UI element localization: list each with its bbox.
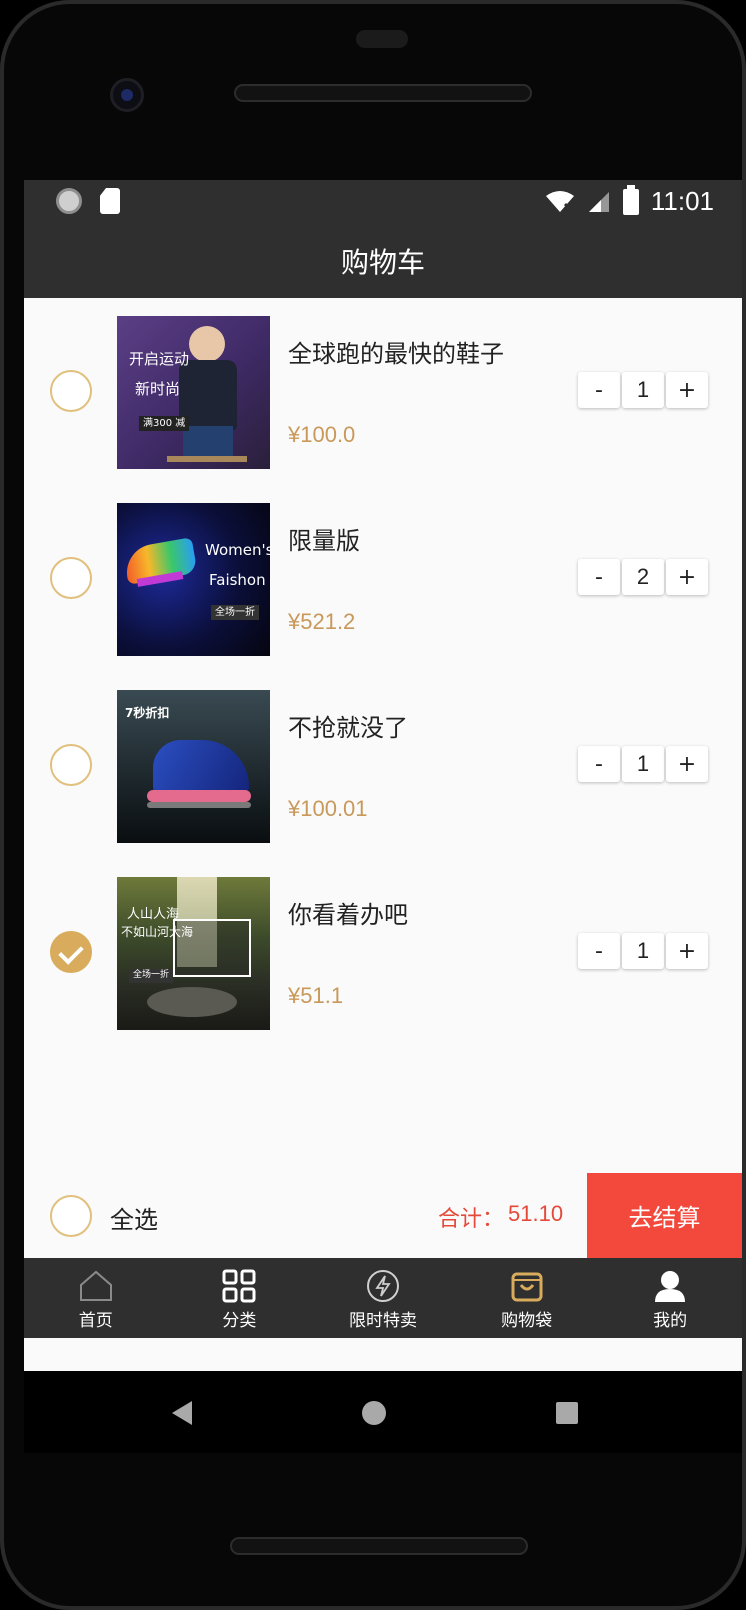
image-caption: 7秒折扣 xyxy=(125,706,170,720)
total-price: 合计： 51.10 xyxy=(438,1201,563,1233)
tab-flash-sale[interactable]: 限时特卖 xyxy=(311,1258,455,1338)
total-label: 合计： xyxy=(438,1207,505,1232)
cart-list: 开启运动 新时尚 满300 减 全球跑的最快的鞋子 ¥100.0 - 1 + W… xyxy=(24,298,742,1046)
sync-icon xyxy=(56,188,82,214)
select-all-checkbox[interactable] xyxy=(50,1195,92,1237)
total-value: 51.10 xyxy=(508,1201,564,1226)
wifi-icon xyxy=(545,190,574,212)
quantity-value: 2 xyxy=(622,559,664,595)
product-price: ¥51.1 xyxy=(288,983,344,1008)
status-bar: 11:01 xyxy=(24,180,742,224)
image-caption: Women's xyxy=(205,541,270,559)
bottom-tab-bar: 首页 分类 限时特卖 购物袋 我的 xyxy=(24,1258,742,1338)
product-price: ¥100.0 xyxy=(288,422,356,447)
image-caption: 不如山河大海 xyxy=(121,925,194,939)
product-name[interactable]: 限量版 xyxy=(288,521,360,556)
image-caption: 全场一折 xyxy=(211,605,259,620)
product-price: ¥521.2 xyxy=(288,609,356,634)
item-checkbox[interactable] xyxy=(50,744,92,786)
quantity-stepper: - 2 + xyxy=(578,559,708,595)
bottom-speaker xyxy=(230,1537,528,1555)
earpiece-speaker xyxy=(234,84,532,102)
cart-item: 开启运动 新时尚 满300 减 全球跑的最快的鞋子 ¥100.0 - 1 + xyxy=(24,298,742,485)
tab-label: 限时特卖 xyxy=(348,1311,417,1331)
product-name[interactable]: 你看着办吧 xyxy=(288,895,408,930)
decrease-button[interactable]: - xyxy=(578,372,620,408)
quantity-stepper: - 1 + xyxy=(578,933,708,969)
flash-icon xyxy=(366,1270,399,1302)
recent-apps-icon[interactable] xyxy=(556,1402,578,1424)
product-image[interactable]: Women's Faishon 全场一折 xyxy=(117,503,270,656)
quantity-stepper: - 1 + xyxy=(578,746,708,782)
product-image[interactable]: 人山人海 不如山河大海 全场一折 xyxy=(117,877,270,1030)
system-nav-bar xyxy=(24,1371,742,1453)
bag-icon xyxy=(511,1272,543,1302)
page-title: 购物车 xyxy=(340,246,425,279)
quantity-stepper: - 1 + xyxy=(578,372,708,408)
user-icon xyxy=(655,1271,686,1302)
checkout-button[interactable]: 去结算 xyxy=(587,1173,742,1258)
quantity-value: 1 xyxy=(622,933,664,969)
tab-label: 我的 xyxy=(653,1311,688,1331)
decrease-button[interactable]: - xyxy=(578,933,620,969)
image-caption: 满300 减 xyxy=(139,416,190,431)
decrease-button[interactable]: - xyxy=(578,746,620,782)
grid-icon xyxy=(222,1269,256,1303)
cart-item: 7秒折扣 不抢就没了 ¥100.01 - 1 + xyxy=(24,672,742,859)
sd-card-icon xyxy=(100,188,120,214)
front-camera xyxy=(110,78,144,112)
tab-shopping-bag[interactable]: 购物袋 xyxy=(455,1258,599,1338)
top-sensor xyxy=(356,30,408,48)
tab-home[interactable]: 首页 xyxy=(24,1258,168,1338)
tab-label: 首页 xyxy=(78,1311,113,1331)
product-price: ¥100.01 xyxy=(288,796,368,821)
signal-icon xyxy=(588,191,609,212)
product-name[interactable]: 全球跑的最快的鞋子 xyxy=(288,334,504,369)
image-caption: 人山人海 xyxy=(127,907,180,922)
increase-button[interactable]: + xyxy=(666,559,708,595)
checkout-bar: 全选 合计： 51.10 去结算 xyxy=(24,1173,742,1258)
cart-item: Women's Faishon 全场一折 限量版 ¥521.2 - 2 + xyxy=(24,485,742,672)
tab-label: 分类 xyxy=(222,1311,257,1331)
increase-button[interactable]: + xyxy=(666,372,708,408)
increase-button[interactable]: + xyxy=(666,746,708,782)
back-icon[interactable] xyxy=(172,1401,192,1425)
decrease-button[interactable]: - xyxy=(578,559,620,595)
tab-label: 购物袋 xyxy=(501,1311,553,1331)
product-image[interactable]: 7秒折扣 xyxy=(117,690,270,843)
home-button-icon[interactable] xyxy=(362,1401,386,1425)
tab-category[interactable]: 分类 xyxy=(168,1258,312,1338)
quantity-value: 1 xyxy=(622,372,664,408)
item-checkbox[interactable] xyxy=(50,370,92,412)
image-caption: 开启运动 xyxy=(129,350,190,368)
phone-frame: 11:01 购物车 开启运动 新时尚 满300 减 全球跑的最快的鞋子 ¥100… xyxy=(0,0,746,1610)
battery-icon xyxy=(622,184,639,215)
image-caption: Faishon xyxy=(209,571,266,589)
select-all-label[interactable]: 全选 xyxy=(110,1200,158,1235)
home-icon xyxy=(79,1270,112,1301)
item-checkbox[interactable] xyxy=(50,931,92,973)
image-caption: 新时尚 xyxy=(135,380,181,398)
image-caption: 全场一折 xyxy=(129,969,174,983)
item-checkbox[interactable] xyxy=(50,557,92,599)
app-screen: 11:01 购物车 开启运动 新时尚 满300 减 全球跑的最快的鞋子 ¥100… xyxy=(24,180,742,1371)
cart-item: 人山人海 不如山河大海 全场一折 你看着办吧 ¥51.1 - 1 + xyxy=(24,859,742,1046)
increase-button[interactable]: + xyxy=(666,933,708,969)
page-header: 购物车 xyxy=(24,224,742,298)
product-name[interactable]: 不抢就没了 xyxy=(288,708,408,743)
tab-profile[interactable]: 我的 xyxy=(598,1258,742,1338)
product-image[interactable]: 开启运动 新时尚 满300 减 xyxy=(117,316,270,469)
status-time: 11:01 xyxy=(650,186,714,216)
quantity-value: 1 xyxy=(622,746,664,782)
